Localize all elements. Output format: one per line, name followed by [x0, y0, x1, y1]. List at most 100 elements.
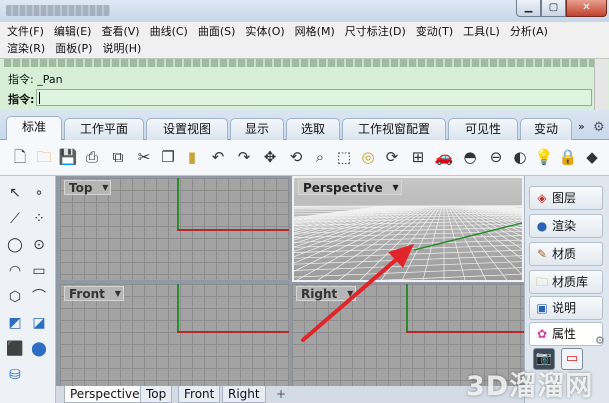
cut-icon[interactable]: ✂ [134, 146, 154, 168]
panel-label: 渲染 [552, 219, 577, 233]
viewport-top[interactable]: Top ▼ [60, 178, 289, 280]
chevron-down-icon[interactable]: ▼ [102, 181, 108, 195]
menu-surface[interactable]: 曲面(S) [193, 24, 241, 41]
layer-icon[interactable]: ◆ [582, 146, 602, 168]
gear-icon[interactable]: ⚙ [595, 334, 605, 347]
viewport-tab-front[interactable]: Front [178, 386, 221, 403]
zoom-window-icon[interactable]: ⬚ [334, 146, 354, 168]
light-icon[interactable]: 💡 [534, 146, 554, 168]
maximize-button[interactable]: ▢ [541, 0, 566, 17]
panel-render[interactable]: ● 渲染 [529, 214, 603, 238]
rotate-view-icon[interactable]: ⟲ [286, 146, 306, 168]
copy-icon[interactable]: ❐ [158, 146, 178, 168]
surface-icon[interactable]: ◩ [4, 312, 26, 334]
tab-display[interactable]: 显示 [230, 118, 284, 140]
chevron-down-icon[interactable]: ▼ [393, 181, 399, 195]
ellipse-icon[interactable]: ⊙ [28, 234, 50, 256]
panel-label: 图层 [552, 191, 577, 205]
close-button[interactable]: ✕ [566, 0, 607, 17]
cylinder-icon[interactable]: ⛁ [4, 364, 26, 386]
rhino-app-window: ▁ ▢ ✕ 文件(F) 编辑(E) 查看(V) 曲线(C) 曲面(S) 实体(O… [0, 0, 609, 403]
panel-layers[interactable]: ◈ 图层 [529, 186, 603, 210]
menu-render[interactable]: 渲染(R) [2, 41, 50, 58]
curve-points-icon[interactable]: ⁘ [28, 208, 50, 230]
menu-tools[interactable]: 工具(L) [458, 24, 505, 41]
extrude-icon[interactable]: ◪ [28, 312, 50, 334]
menu-dimension[interactable]: 尺寸标注(D) [340, 24, 411, 41]
render-icon[interactable]: ◓ [460, 146, 480, 168]
command-scrollbar[interactable] [594, 59, 607, 111]
tab-standard[interactable]: 标准 [6, 116, 62, 141]
redo-icon[interactable]: ↷ [234, 146, 254, 168]
menu-edit[interactable]: 编辑(E) [49, 24, 97, 41]
polygon-icon[interactable]: ⬡ [4, 286, 26, 308]
zoom-extents-icon[interactable]: ◎ [358, 146, 378, 168]
menu-help[interactable]: 说明(H) [97, 41, 146, 58]
paste-icon[interactable]: ▮ [182, 146, 202, 168]
menu-view[interactable]: 查看(V) [96, 24, 144, 41]
viewport-label-front[interactable]: Front ▼ [64, 286, 124, 301]
grid-line [465, 205, 522, 227]
menu-curve[interactable]: 曲线(C) [145, 24, 193, 41]
panel-material-library[interactable]: 🗀 材质库 [529, 270, 603, 294]
rectangle-icon[interactable]: ▭ [28, 260, 50, 282]
menu-analyze[interactable]: 分析(A) [505, 24, 553, 41]
save-icon[interactable]: 💾 [58, 146, 78, 168]
open-folder-icon[interactable]: 🗀 [34, 146, 54, 168]
chevron-down-icon[interactable]: ▼ [347, 287, 353, 301]
menu-transform[interactable]: 变动(T) [411, 24, 458, 41]
new-file-icon[interactable]: 🗋 [10, 146, 30, 168]
viewport-label-right[interactable]: Right ▼ [296, 286, 357, 301]
panel-materials[interactable]: ✎ 材质 [529, 242, 603, 266]
tab-viewport-layout[interactable]: 工作视窗配置 [342, 118, 446, 140]
arc-icon[interactable]: ◠ [4, 260, 26, 282]
zoom-icon[interactable]: ⌕ [310, 146, 330, 168]
viewport-label-perspective[interactable]: Perspective ▼ [298, 180, 402, 195]
polyline-icon[interactable]: ⟋ [4, 208, 26, 230]
viewport-label-top[interactable]: Top ▼ [64, 180, 112, 195]
viewport-tab-right[interactable]: Right [222, 386, 266, 403]
select-arrow-icon[interactable]: ↖ [4, 182, 26, 204]
viewport-front[interactable]: Front ▼ [60, 284, 289, 386]
gear-icon[interactable]: ⚙ [593, 120, 605, 135]
tab-cplanes[interactable]: 工作平面 [64, 118, 144, 140]
panel-help[interactable]: ▣ 说明 [529, 296, 603, 320]
box-icon[interactable]: ⬛ [4, 338, 26, 360]
sphere-icon[interactable]: ⬤ [28, 338, 50, 360]
menu-file[interactable]: 文件(F) [2, 24, 49, 41]
viewport-perspective[interactable]: Perspective ▼ [292, 176, 524, 282]
circle-icon[interactable]: ◯ [4, 234, 26, 256]
export-icon[interactable]: ⧉ [108, 146, 128, 168]
x-axis-line [177, 229, 289, 231]
y-axis-line [406, 331, 524, 333]
tab-set-view[interactable]: 设置视图 [146, 118, 228, 140]
viewport-tab-perspective[interactable]: Perspective [64, 386, 146, 403]
command-input[interactable] [36, 89, 592, 106]
help-icon: ▣ [536, 301, 548, 315]
properties-icon[interactable]: ◐ [510, 146, 530, 168]
undo-icon[interactable]: ↶ [208, 146, 228, 168]
lock-icon[interactable]: 🔒 [558, 146, 578, 168]
minimize-button[interactable]: ▁ [516, 0, 541, 17]
toolbar-tab-strip: 标准 工作平面 设置视图 显示 选取 工作视窗配置 可见性 变动 » ⚙ [0, 110, 609, 141]
tab-visibility[interactable]: 可见性 [448, 118, 518, 140]
panel-properties[interactable]: ✿ 属性 [529, 322, 603, 346]
tab-transform[interactable]: 变动 [520, 118, 572, 140]
tabs-more-button[interactable]: » [578, 120, 585, 133]
fillet-icon[interactable]: ⌒ [28, 286, 50, 308]
point-icon[interactable]: ∘ [28, 182, 50, 204]
viewport-tab-top[interactable]: Top [140, 386, 173, 403]
grid-lines [294, 205, 522, 280]
chevron-down-icon[interactable]: ▼ [115, 287, 121, 301]
add-viewport-button[interactable]: + [276, 386, 286, 403]
tab-select[interactable]: 选取 [286, 118, 340, 140]
menu-panels[interactable]: 面板(P) [50, 41, 97, 58]
pan-icon[interactable]: ✥ [260, 146, 280, 168]
orbit-icon[interactable]: ⊖ [486, 146, 506, 168]
print-icon[interactable]: ⎙ [82, 146, 102, 168]
menu-solid[interactable]: 实体(O) [240, 24, 289, 41]
car-icon[interactable]: 🚗 [434, 146, 454, 168]
zoom-selected-icon[interactable]: ⟳ [382, 146, 402, 168]
menu-mesh[interactable]: 网格(M) [290, 24, 340, 41]
four-viewports-icon[interactable]: ⊞ [408, 146, 428, 168]
